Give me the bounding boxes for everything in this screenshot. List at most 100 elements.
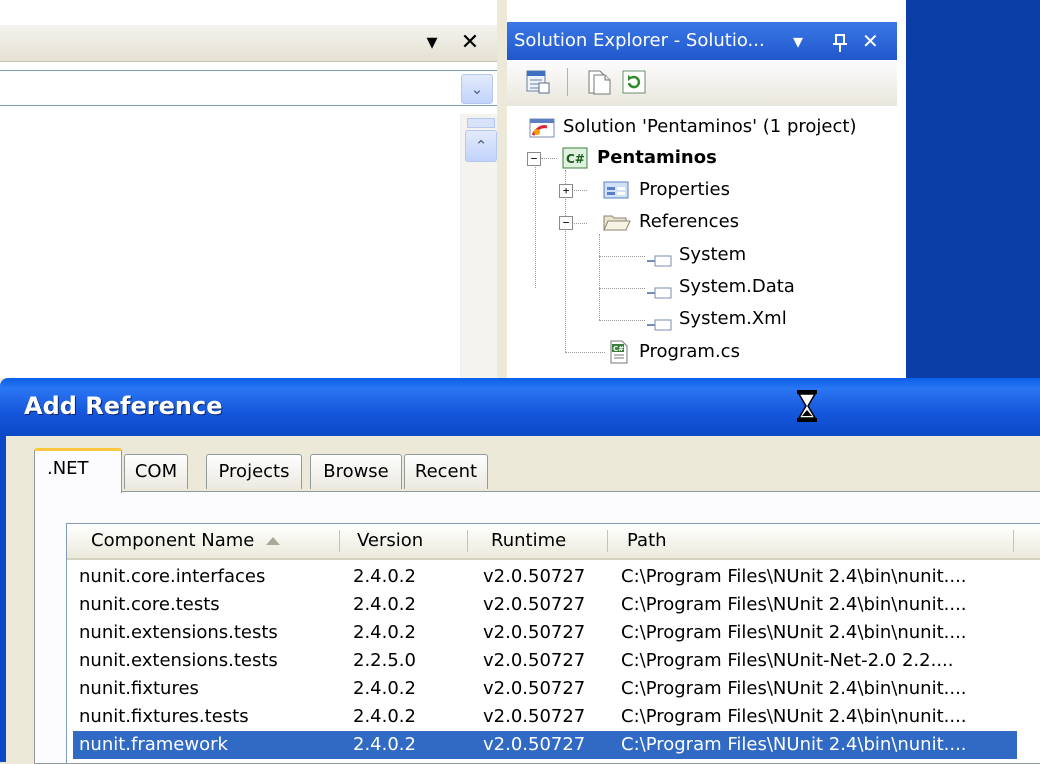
component-list: Component Name Version Runtime Path nuni… <box>66 523 1040 763</box>
solution-icon <box>529 116 557 138</box>
editor-titlebar: ▾ ✕ <box>0 25 497 62</box>
tab-browse[interactable]: Browse <box>310 454 402 489</box>
runtime-cell: v2.0.50727 <box>483 566 586 587</box>
tab-recent[interactable]: Recent <box>404 454 488 489</box>
code-editor-area[interactable] <box>0 114 460 390</box>
add-reference-dialog: Add Reference .NET COM Projects Browse R… <box>0 378 1040 764</box>
tree-connector <box>541 158 557 159</box>
path-cell: C:\Program Files\NUnit 2.4\bin\nunit.... <box>621 622 967 643</box>
version-cell: 2.4.0.2 <box>353 622 416 643</box>
table-row[interactable]: nunit.extensions.tests 2.2.5.0 v2.0.5072… <box>73 647 1017 675</box>
table-row-selected[interactable]: nunit.framework 2.4.0.2 v2.0.50727 C:\Pr… <box>73 731 1017 759</box>
expand-properties-toggle[interactable]: + <box>559 184 573 198</box>
table-row[interactable]: nunit.core.interfaces 2.4.0.2 v2.0.50727… <box>73 563 1017 591</box>
column-header-path[interactable]: Path <box>627 524 667 558</box>
runtime-cell: v2.0.50727 <box>483 734 586 755</box>
window-position-dropdown-icon[interactable]: ▾ <box>793 22 803 60</box>
collapse-references-toggle[interactable]: − <box>559 216 573 230</box>
tree-connector <box>599 256 645 257</box>
tree-connector <box>599 288 645 289</box>
dialog-titlebar[interactable]: Add Reference <box>0 378 1040 436</box>
sort-ascending-icon <box>266 537 281 545</box>
component-name-cell: nunit.fixtures <box>79 678 199 699</box>
column-divider[interactable] <box>1013 530 1014 552</box>
solution-label: Solution 'Pentaminos' (1 project) <box>563 116 857 137</box>
reference-label: System <box>679 244 747 265</box>
collapse-project-toggle[interactable]: − <box>527 152 541 166</box>
close-icon[interactable]: ✕ <box>455 25 485 61</box>
component-name-cell: nunit.core.interfaces <box>79 566 266 587</box>
tree-node-reference-system[interactable]: System <box>647 240 746 270</box>
refresh-icon[interactable] <box>621 69 647 95</box>
open-folder-icon <box>603 212 631 232</box>
runtime-cell: v2.0.50727 <box>483 622 586 643</box>
column-header-component-name[interactable]: Component Name <box>91 524 281 558</box>
combo-dropdown-button[interactable]: ⌄ <box>461 74 493 104</box>
properties-icon <box>603 180 631 200</box>
scrollbar-splitter[interactable] <box>467 118 495 128</box>
svg-text:C#: C# <box>566 152 585 166</box>
column-divider[interactable] <box>467 530 468 552</box>
column-header-runtime[interactable]: Runtime <box>491 524 566 558</box>
project-label: Pentaminos <box>597 147 717 168</box>
tab-com[interactable]: COM <box>124 454 188 489</box>
tree-node-project[interactable]: C# Pentaminos <box>561 143 717 173</box>
column-divider[interactable] <box>607 530 608 552</box>
assembly-reference-icon <box>647 312 673 331</box>
version-cell: 2.4.0.2 <box>353 734 416 755</box>
program-cs-label: Program.cs <box>639 341 740 362</box>
table-row[interactable]: nunit.extensions.tests 2.4.0.2 v2.0.5072… <box>73 619 1017 647</box>
vertical-scrollbar[interactable]: ⌃ <box>460 114 498 390</box>
column-divider[interactable] <box>339 530 340 552</box>
tree-node-reference-system-xml[interactable]: System.Xml <box>647 304 787 334</box>
close-icon[interactable]: ✕ <box>862 22 879 60</box>
column-header-label: Component Name <box>91 530 255 551</box>
solution-explorer-panel: Solution Explorer - Solutio... ▾ ✕ Solut… <box>507 0 897 390</box>
scroll-up-button[interactable]: ⌃ <box>465 130 497 162</box>
runtime-cell: v2.0.50727 <box>483 650 586 671</box>
tree-connector <box>571 190 587 191</box>
component-name-cell: nunit.fixtures.tests <box>79 706 249 727</box>
path-cell: C:\Program Files\NUnit 2.4\bin\nunit.... <box>621 734 967 755</box>
pin-icon[interactable] <box>833 22 847 60</box>
tab-dotnet[interactable]: .NET <box>34 448 122 493</box>
table-row[interactable]: nunit.core.tests 2.4.0.2 v2.0.50727 C:\P… <box>73 591 1017 619</box>
window-position-dropdown-icon[interactable]: ▾ <box>418 25 446 61</box>
table-row[interactable]: nunit.fixtures 2.4.0.2 v2.0.50727 C:\Pro… <box>73 675 1017 703</box>
toolbar-separator <box>567 68 568 96</box>
csharp-project-icon: C# <box>561 146 589 170</box>
version-cell: 2.4.0.2 <box>353 678 416 699</box>
code-editor-pane: ▾ ✕ ⌄ ⌃ <box>0 0 498 390</box>
tree-node-program-cs[interactable]: C# Program.cs <box>607 337 740 367</box>
references-label: References <box>639 211 740 232</box>
tab-projects[interactable]: Projects <box>206 454 302 489</box>
component-name-cell: nunit.framework <box>79 734 228 755</box>
tree-node-properties[interactable]: Properties <box>603 175 730 205</box>
properties-window-icon[interactable] <box>525 69 551 95</box>
desktop-background <box>906 0 1040 390</box>
runtime-cell: v2.0.50727 <box>483 678 586 699</box>
version-cell: 2.4.0.2 <box>353 706 416 727</box>
tree-node-reference-system-data[interactable]: System.Data <box>647 272 795 302</box>
hourglass-cursor-icon <box>796 389 818 423</box>
version-cell: 2.4.0.2 <box>353 566 416 587</box>
svg-text:C#: C# <box>613 345 624 353</box>
csharp-file-icon: C# <box>607 340 631 364</box>
member-combo-box[interactable]: ⌄ <box>0 70 497 106</box>
column-header-version[interactable]: Version <box>357 524 423 558</box>
tree-node-references[interactable]: References <box>603 207 739 237</box>
tree-connector <box>599 234 600 320</box>
tree-connector <box>599 320 645 321</box>
reference-label: System.Data <box>679 276 795 297</box>
panel-border <box>897 0 906 390</box>
path-cell: C:\Program Files\NUnit 2.4\bin\nunit.... <box>621 706 967 727</box>
component-name-cell: nunit.extensions.tests <box>79 650 278 671</box>
dialog-frame <box>0 436 6 762</box>
table-row[interactable]: nunit.fixtures.tests 2.4.0.2 v2.0.50727 … <box>73 703 1017 731</box>
tree-node-solution[interactable]: Solution 'Pentaminos' (1 project) <box>529 112 856 142</box>
path-cell: C:\Program Files\NUnit 2.4\bin\nunit.... <box>621 594 967 615</box>
show-all-files-icon[interactable] <box>585 69 611 95</box>
pane-splitter[interactable] <box>497 0 507 390</box>
tree-connector <box>535 158 536 288</box>
solution-explorer-titlebar: Solution Explorer - Solutio... ▾ ✕ <box>507 22 897 60</box>
